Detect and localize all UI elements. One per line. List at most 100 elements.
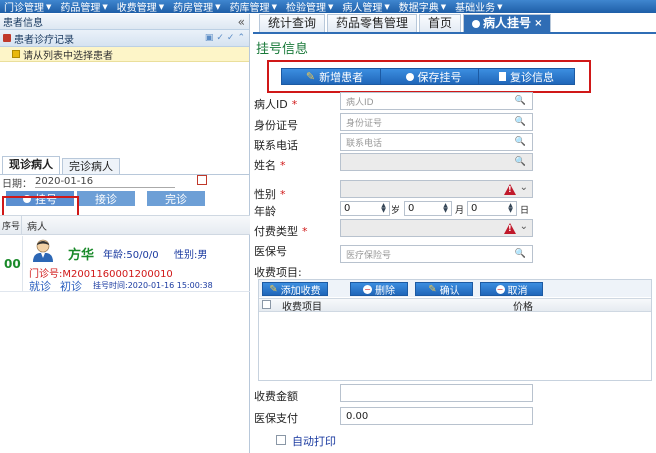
menu-outpatient[interactable]: 门诊管理 ▼: [0, 0, 56, 14]
record-title: 患者诊疗记录: [14, 34, 74, 46]
tab-patient-register[interactable]: 病人挂号 ×: [463, 14, 552, 32]
panel-header: 患者信息 «: [0, 14, 249, 30]
phone-label: 联系电话: [254, 139, 298, 152]
minus-icon: −: [495, 284, 505, 294]
user-icon: [472, 19, 481, 28]
name-input[interactable]: 🔍: [340, 153, 533, 171]
tab-drug-retail[interactable]: 药品零售管理: [327, 14, 418, 32]
search-icon[interactable]: 🔍: [515, 157, 526, 167]
main-tabs: 统计查询 药品零售管理 首页 病人挂号 ×: [253, 14, 656, 34]
cancel-charge-button[interactable]: − 取消: [480, 282, 543, 297]
highlight-actions: [267, 60, 591, 93]
menu-label: 检验管理: [285, 3, 326, 13]
patient-row[interactable]: 00 方华 年龄:50/0/0 性别:男 门诊号:M20011600012000…: [0, 236, 250, 293]
menu-dictionary[interactable]: 数据字典 ▼: [395, 0, 451, 14]
age-months-input[interactable]: 0 ▲ ▼: [404, 201, 452, 216]
menu-lab[interactable]: 检验管理 ▼: [282, 0, 338, 14]
insurance-no-input[interactable]: 医疗保险号 🔍: [340, 245, 533, 263]
search-icon[interactable]: 🔍: [515, 249, 526, 259]
pencil-icon: ✎: [428, 283, 437, 295]
menu-basic[interactable]: 基础业务 ▼: [451, 0, 507, 14]
menu-label: 药品管理: [60, 3, 101, 13]
visit-type: 初诊: [60, 280, 82, 293]
menu-pharmacy[interactable]: 药房管理 ▼: [169, 0, 225, 14]
menu-billing[interactable]: 收费管理 ▼: [113, 0, 169, 14]
caret-down-icon: ▼: [384, 2, 390, 11]
date-filter: 日期： 2020-01-16: [0, 175, 250, 190]
patient-grid-header: 序号 病人: [0, 215, 250, 235]
grid-divider: [22, 236, 23, 292]
check-all-icon[interactable]: ✓: [227, 33, 235, 43]
search-icon[interactable]: 🔍: [515, 137, 526, 147]
insurance-pay-input[interactable]: 0.00: [340, 407, 533, 425]
menu-warehouse[interactable]: 药库管理 ▼: [226, 0, 282, 14]
patient-id-input[interactable]: 病人ID 🔍: [340, 92, 533, 110]
caret-down-icon: ▼: [440, 2, 447, 11]
spinner-icon[interactable]: ▲ ▼: [379, 203, 388, 214]
tab-home[interactable]: 首页: [419, 14, 462, 32]
finish-label: 完诊: [165, 192, 187, 206]
search-icon[interactable]: 🔍: [515, 96, 526, 106]
save-icon[interactable]: ▣: [205, 33, 214, 43]
tab-finished-patients[interactable]: 完诊病人: [62, 158, 120, 174]
auto-print-label: 自动打印: [292, 435, 336, 448]
age-years-input[interactable]: 0 ▲ ▼: [340, 201, 390, 216]
menu-label: 数据字典: [398, 3, 439, 13]
menu-patient[interactable]: 病人管理 ▼: [338, 0, 394, 14]
select-all-checkbox[interactable]: [262, 300, 271, 309]
chevron-down-icon[interactable]: ⌄: [520, 182, 528, 193]
amount-input[interactable]: [340, 384, 533, 402]
record-icon: [3, 34, 11, 42]
record-tools: ▣ ✓ ✓ ⌃: [205, 33, 249, 43]
close-icon[interactable]: ×: [534, 15, 542, 32]
menu-drug[interactable]: 药品管理 ▼: [56, 0, 112, 14]
cancel-charge-label: 取消: [507, 285, 528, 297]
register-time: 挂号时间:2020-01-16 15:00:38: [93, 281, 213, 290]
col-patient: 病人: [27, 221, 47, 233]
spinner-icon[interactable]: ▲ ▼: [506, 203, 515, 214]
warning-icon: [504, 223, 516, 234]
confirm-charge-button[interactable]: ✎ 确认: [415, 282, 473, 297]
gender-select[interactable]: ⌄: [340, 180, 533, 198]
select-patient-hint[interactable]: 请从列表中选择患者: [0, 47, 249, 62]
caret-down-icon: ▼: [158, 2, 165, 11]
date-input[interactable]: 2020-01-16: [35, 176, 175, 188]
gender-label: 性别 *: [254, 188, 286, 201]
collapse-icon[interactable]: «: [238, 15, 249, 29]
avatar-icon: [33, 239, 53, 262]
col-price: 价格: [513, 302, 533, 313]
tab-statistics[interactable]: 统计查询: [259, 14, 326, 32]
pencil-icon: ✎: [269, 283, 278, 295]
warning-icon: [504, 184, 516, 195]
pay-type-select[interactable]: ⌄: [340, 219, 533, 237]
calendar-icon[interactable]: [197, 175, 207, 185]
caret-down-icon: ▼: [102, 2, 108, 11]
folder-icon: [12, 50, 20, 58]
id-card-input[interactable]: 身份证号 🔍: [340, 113, 533, 131]
check-icon[interactable]: ✓: [216, 33, 224, 43]
age-days-input[interactable]: 0 ▲ ▼: [467, 201, 517, 216]
tab-current-patients[interactable]: 现诊病人: [2, 156, 60, 174]
caret-down-icon: ▼: [327, 2, 334, 11]
chevron-down-icon[interactable]: ⌄: [520, 221, 528, 232]
months-unit: 月: [455, 206, 465, 216]
finish-button[interactable]: 完诊: [147, 191, 205, 206]
patient-id-label: 病人ID *: [254, 98, 298, 111]
delete-charge-button[interactable]: − 删除: [350, 282, 408, 297]
patient-gender: 性别:男: [174, 250, 208, 261]
menu-label: 收费管理: [116, 3, 157, 13]
expand-icon[interactable]: ⌃: [237, 33, 245, 43]
col-charge-item: 收费项目: [282, 302, 322, 313]
patient-age: 年龄:50/0/0: [103, 250, 159, 261]
delete-charge-label: 删除: [375, 285, 395, 297]
caret-down-icon: ▼: [46, 2, 52, 11]
menu-label: 药房管理: [173, 3, 214, 13]
auto-print-checkbox[interactable]: [276, 435, 286, 445]
years-unit: 岁: [391, 206, 401, 216]
spinner-icon[interactable]: ▲ ▼: [441, 203, 450, 214]
receive-button[interactable]: 接诊: [77, 191, 135, 206]
amount-label: 收费金额: [254, 390, 298, 403]
search-icon[interactable]: 🔍: [515, 117, 526, 127]
add-charge-button[interactable]: ✎ 添加收费: [262, 282, 328, 297]
phone-input[interactable]: 联系电话 🔍: [340, 133, 533, 151]
